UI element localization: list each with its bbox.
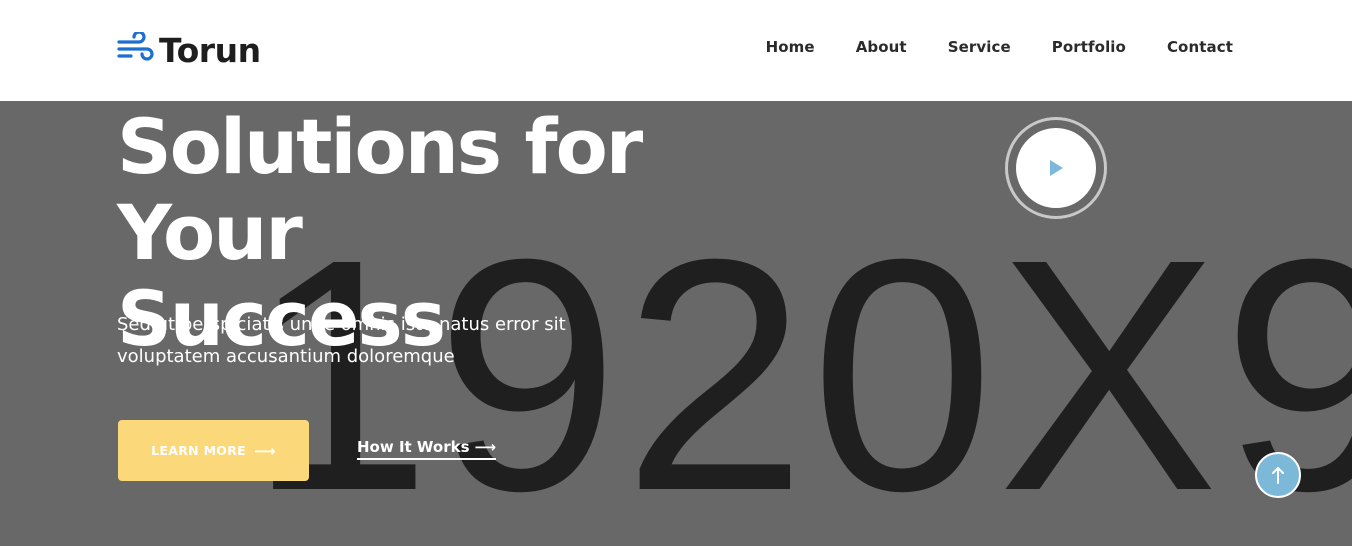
nav-item-about[interactable]: About [856,38,907,56]
wind-icon [117,32,154,61]
arrow-up-icon [1272,467,1284,484]
main-nav: Home About Service Portfolio Contact [766,38,1233,56]
brand-name: Torun [159,30,261,70]
arrow-right-icon: ⟶ [474,438,497,456]
site-header: Torun Home About Service Portfolio Conta… [0,0,1352,101]
scroll-to-top-button[interactable] [1255,452,1301,498]
learn-more-button[interactable]: LEARN MORE ⟶ [118,420,309,481]
arrow-right-icon: ⟶ [254,441,276,460]
play-button-circle [1016,128,1096,208]
hero-description: Sed ut perspiciatis unde omnis iste natu… [117,314,566,367]
how-it-works-link[interactable]: How It Works ⟶ [357,438,497,460]
page: Torun Home About Service Portfolio Conta… [0,0,1352,546]
nav-item-portfolio[interactable]: Portfolio [1052,38,1126,56]
brand-logo[interactable]: Torun [117,30,261,70]
video-play-button[interactable] [1005,117,1107,219]
how-it-works-label: How It Works [357,438,470,456]
nav-item-contact[interactable]: Contact [1167,38,1233,56]
play-icon [1050,160,1063,176]
nav-item-home[interactable]: Home [766,38,815,56]
learn-more-label: LEARN MORE [151,443,247,458]
nav-item-service[interactable]: Service [948,38,1011,56]
hero-title-line-1: Solutions for Your [117,102,643,277]
